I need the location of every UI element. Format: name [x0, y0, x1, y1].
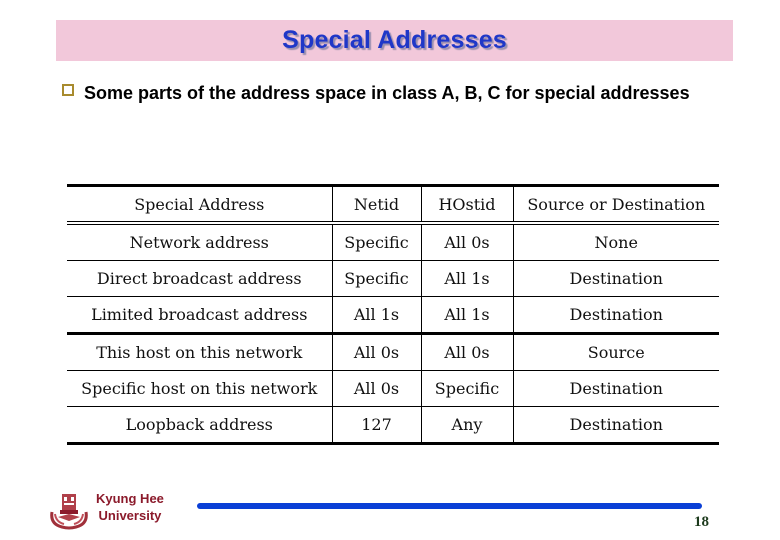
cell-special-address: Direct broadcast address [67, 260, 332, 297]
cell-hostid: All 0s [420, 333, 513, 371]
table-row: Network address Specific All 0s None [67, 223, 719, 261]
cell-special-address: Specific host on this network [67, 370, 332, 407]
cell-netid: All 1s [331, 296, 421, 335]
cell-source-or-destination: Destination [512, 370, 719, 407]
table-row: Loopback address 127 Any Destination [67, 406, 719, 445]
university-crest-icon [48, 490, 90, 530]
page-number: 18 [694, 514, 709, 530]
university-name: Kyung Hee University [96, 490, 164, 524]
hollow-square-bullet-icon [62, 84, 74, 96]
table-header-row: Special Address Netid HOstid Source or D… [67, 185, 719, 225]
cell-hostid: All 0s [420, 223, 513, 261]
cell-source-or-destination: Destination [512, 296, 719, 335]
cell-special-address: Network address [67, 223, 332, 261]
bullet-text: Some parts of the address space in class… [84, 83, 690, 103]
bullet-point: Some parts of the address space in class… [62, 80, 702, 106]
cell-source-or-destination: Source [512, 333, 719, 371]
header-netid: Netid [331, 185, 421, 225]
cell-netid: Specific [331, 223, 421, 261]
title-bar: Special Addresses [56, 20, 733, 61]
header-hostid: HOstid [420, 185, 513, 225]
university-name-line1: Kyung Hee [96, 491, 164, 506]
cell-hostid: Any [420, 406, 513, 445]
slide-title: Special Addresses [282, 26, 507, 54]
cell-source-or-destination: Destination [512, 260, 719, 297]
cell-hostid: All 1s [420, 260, 513, 297]
table-row: Limited broadcast address All 1s All 1s … [67, 296, 719, 335]
cell-netid: All 0s [331, 370, 421, 407]
cell-special-address: This host on this network [67, 333, 332, 371]
special-addresses-table: Special Address Netid HOstid Source or D… [67, 184, 719, 445]
cell-netid: Specific [331, 260, 421, 297]
cell-hostid: Specific [420, 370, 513, 407]
cell-netid: 127 [331, 406, 421, 445]
table-row: Specific host on this network All 0s Spe… [67, 370, 719, 407]
table-row: This host on this network All 0s All 0s … [67, 333, 719, 371]
cell-hostid: All 1s [420, 296, 513, 335]
cell-source-or-destination: Destination [512, 406, 719, 445]
university-name-line2: University [98, 508, 162, 523]
footer-divider [197, 503, 702, 509]
cell-netid: All 0s [331, 333, 421, 371]
cell-special-address: Loopback address [67, 406, 332, 445]
header-source-or-destination: Source or Destination [512, 185, 719, 225]
table-row: Direct broadcast address Specific All 1s… [67, 260, 719, 297]
cell-source-or-destination: None [512, 223, 719, 261]
header-special-address: Special Address [67, 185, 332, 225]
cell-special-address: Limited broadcast address [67, 296, 332, 335]
